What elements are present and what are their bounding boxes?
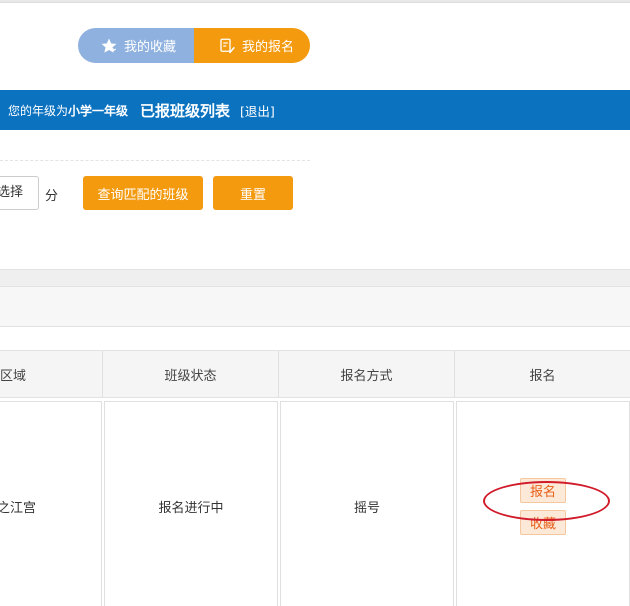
table-header: 区域 班级状态 报名方式 报名	[0, 350, 630, 398]
section-band	[0, 286, 630, 327]
tab-switcher: 我的收藏 我的报名	[78, 28, 310, 63]
table-cell-area: 之江宫	[0, 401, 102, 606]
tab-my-favorites[interactable]: 我的收藏	[78, 28, 194, 63]
header-bar: 您的年级为 小学一年级 已报班级列表 [退出]	[0, 90, 630, 130]
grade-value: 小学一年级	[68, 103, 129, 118]
logout-link[interactable]: [退出]	[240, 101, 275, 120]
table-cell-method: 摇号	[280, 401, 454, 606]
dashed-divider	[0, 160, 310, 161]
reset-button[interactable]: 重置	[213, 176, 293, 210]
favorite-button[interactable]: 收藏	[520, 509, 566, 535]
table-cell-actions: 报名 收藏	[456, 401, 630, 606]
section-band	[0, 269, 630, 286]
score-select[interactable]: 选择	[0, 176, 39, 210]
top-divider	[0, 0, 630, 3]
page-title: 已报班级列表	[140, 101, 231, 120]
column-header-status: 班级状态	[103, 351, 279, 397]
score-unit-label: 分	[45, 189, 59, 204]
column-header-method: 报名方式	[279, 351, 455, 397]
column-header-area: 区域	[0, 351, 103, 397]
star-icon	[101, 38, 117, 53]
column-header-register: 报名	[529, 368, 556, 384]
edit-document-icon	[220, 38, 235, 53]
tab-my-registrations[interactable]: 我的报名	[194, 28, 310, 63]
tab-my-favorites-label: 我的收藏	[124, 40, 177, 55]
tab-my-registrations-label: 我的报名	[242, 40, 295, 55]
query-matching-classes-button[interactable]: 查询匹配的班级	[83, 176, 203, 210]
table-cell-status: 报名进行中	[104, 401, 278, 606]
register-button[interactable]: 报名	[520, 477, 566, 503]
grade-prefix: 您的年级为	[8, 103, 69, 118]
section-spacer	[0, 327, 630, 350]
